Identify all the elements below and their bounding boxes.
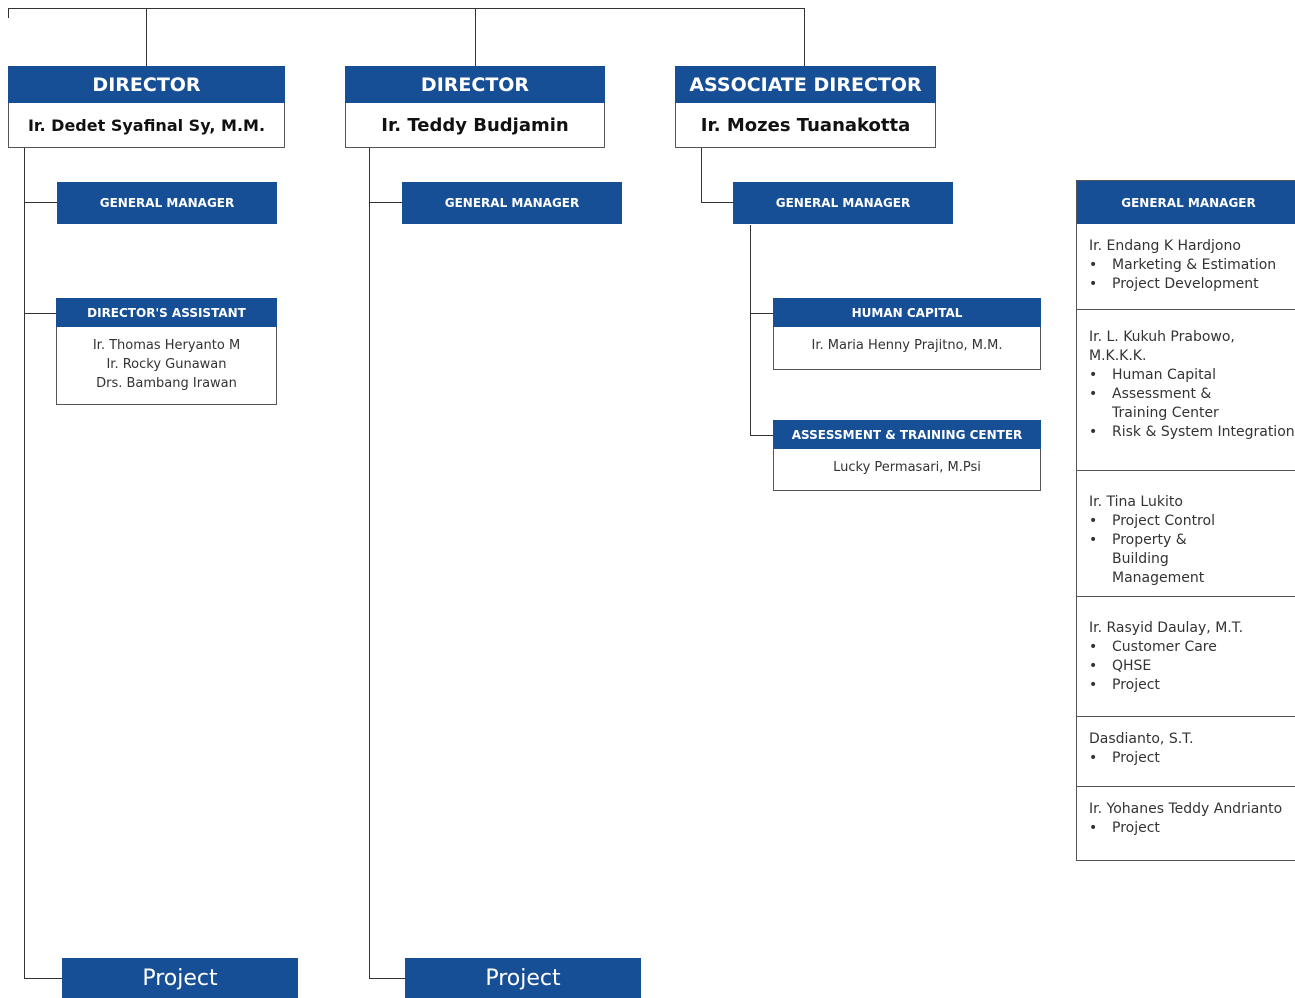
directors-assistant-title: DIRECTOR'S ASSISTANT: [56, 298, 277, 327]
directors-assistant-names: Ir. Thomas Heryanto M Ir. Rocky Gunawan …: [56, 327, 277, 405]
general-manager-box-2: GENERAL MANAGER: [402, 182, 622, 224]
gm-section-6: Ir. Yohanes Teddy Andrianto Project: [1077, 794, 1295, 838]
associate-director-title: ASSOCIATE DIRECTOR: [675, 66, 936, 103]
assistant-name-1: Ir. Thomas Heryanto M: [92, 338, 241, 353]
gm-section-2-item-3: Risk & System Integration: [1089, 423, 1295, 442]
director-2-gm-link: [369, 202, 402, 203]
gm-section-3-item-2: Property & Building Management: [1089, 531, 1240, 588]
gm-divider-1: [1077, 309, 1295, 310]
assessment-link: [750, 435, 773, 436]
top-connector: [8, 8, 804, 9]
gm-section-5-name: Dasdianto, S.T.: [1089, 731, 1194, 747]
general-manager-panel: GENERAL MANAGER Ir. Endang K Hardjono Ma…: [1076, 180, 1295, 861]
connector-drop-director-2: [475, 8, 476, 66]
human-capital-link: [750, 313, 773, 314]
director-1-title: DIRECTOR: [8, 66, 285, 103]
gm-section-5: Dasdianto, S.T. Project: [1077, 724, 1295, 768]
gm-divider-2: [1077, 470, 1295, 471]
director-2-project-link: [369, 978, 405, 979]
gm-section-6-name: Ir. Yohanes Teddy Andrianto: [1089, 801, 1283, 817]
director-2-title: DIRECTOR: [345, 66, 605, 103]
human-capital-name: Ir. Maria Henny Prajitno, M.M.: [773, 327, 1041, 370]
gm-section-1-item-1: Marketing & Estimation: [1089, 256, 1288, 275]
connector-drop-director-3: [804, 8, 805, 66]
gm-section-2-item-1: Human Capital: [1089, 366, 1240, 385]
gm-section-5-item-1: Project: [1089, 749, 1288, 768]
gm-3-spine: [750, 225, 751, 435]
gm-section-3: Ir. Tina Lukito Project Control Property…: [1077, 487, 1295, 588]
project-box-2: Project: [405, 958, 641, 998]
human-capital-person: Ir. Maria Henny Prajitno, M.M.: [811, 338, 1003, 353]
director-1-project-link: [24, 978, 62, 979]
director-1-gm-link: [24, 202, 57, 203]
assessment-training-name: Lucky Permasari, M.Psi: [773, 449, 1041, 491]
general-manager-panel-title: GENERAL MANAGER: [1077, 181, 1295, 224]
associate-director-name: Ir. Mozes Tuanakotta: [675, 103, 936, 148]
gm-section-4-item-3: Project: [1089, 676, 1288, 695]
human-capital-title: HUMAN CAPITAL: [773, 298, 1041, 327]
gm-section-4-name: Ir. Rasyid Daulay, M.T.: [1089, 620, 1244, 636]
assistant-name-3: Drs. Bambang Irawan: [96, 376, 237, 391]
gm-section-2-item-2: Assessment & Training Center: [1089, 385, 1240, 423]
director-1-assistant-link: [24, 313, 57, 314]
project-box-1: Project: [62, 958, 298, 998]
connector-drop-director-1: [146, 8, 147, 66]
general-manager-box-1: GENERAL MANAGER: [57, 182, 277, 224]
director-1-name: Ir. Dedet Syafinal Sy, M.M.: [8, 103, 285, 148]
gm-section-4: Ir. Rasyid Daulay, M.T. Customer Care QH…: [1077, 613, 1295, 695]
gm-section-4-item-2: QHSE: [1089, 657, 1288, 676]
director-3-drop: [701, 148, 702, 202]
gm-divider-3: [1077, 596, 1295, 597]
gm-section-3-name: Ir. Tina Lukito: [1089, 494, 1183, 510]
gm-section-4-item-1: Customer Care: [1089, 638, 1288, 657]
gm-section-1-name: Ir. Endang K Hardjono: [1089, 238, 1241, 254]
gm-divider-4: [1077, 716, 1295, 717]
gm-section-3-item-1: Project Control: [1089, 512, 1240, 531]
assistant-name-2: Ir. Rocky Gunawan: [106, 357, 227, 372]
gm-section-2: Ir. L. Kukuh Prabowo, M.K.K.K. Human Cap…: [1077, 322, 1295, 442]
gm-section-1-item-2: Project Development: [1089, 275, 1288, 294]
director-2-spine: [369, 148, 370, 978]
assessment-training-title: ASSESSMENT & TRAINING CENTER: [773, 420, 1041, 449]
general-manager-box-3: GENERAL MANAGER: [733, 182, 953, 224]
gm-divider-5: [1077, 786, 1295, 787]
gm-section-6-item-1: Project: [1089, 819, 1288, 838]
director-2-name: Ir. Teddy Budjamin: [345, 103, 605, 148]
assessment-training-person: Lucky Permasari, M.Psi: [833, 460, 981, 475]
director-3-gm-link: [701, 202, 733, 203]
connector-drop-1: [8, 8, 9, 18]
gm-section-2-name: Ir. L. Kukuh Prabowo, M.K.K.K.: [1089, 329, 1235, 364]
gm-section-1: Ir. Endang K Hardjono Marketing & Estima…: [1077, 231, 1295, 294]
director-1-spine: [24, 148, 25, 978]
